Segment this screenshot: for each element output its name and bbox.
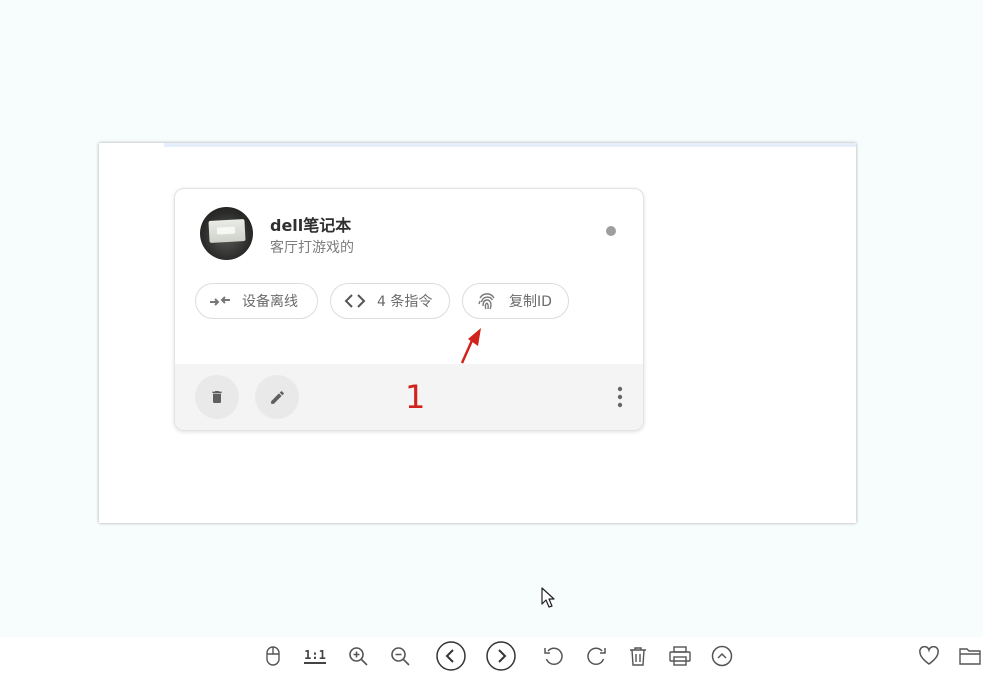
swap-arrows-icon — [208, 289, 232, 313]
mouse-cursor-icon — [541, 587, 555, 608]
laptop-photo — [208, 219, 246, 243]
actual-size-label: 1:1 — [304, 647, 326, 664]
code-icon — [343, 289, 367, 313]
next-icon[interactable] — [486, 641, 516, 671]
status-indicator — [606, 226, 616, 236]
card-footer: 1 — [175, 364, 643, 430]
image-viewer: dell笔记本 客厅打游戏的 设备离线 4 条指令 复制ID 1 1:1 — [0, 0, 983, 675]
annotation-arrow — [460, 328, 481, 364]
rotate-left-icon[interactable] — [541, 643, 567, 669]
previous-icon[interactable] — [436, 641, 466, 671]
more-vertical-icon — [617, 386, 623, 408]
actual-size-button[interactable]: 1:1 — [302, 643, 328, 669]
viewer-toolbar: 1:1 — [0, 637, 983, 675]
device-offline-chip[interactable]: 设备离线 — [195, 283, 318, 319]
copy-id-label: 复制ID — [509, 294, 552, 310]
screenshot-image: dell笔记本 客厅打游戏的 设备离线 4 条指令 复制ID 1 — [99, 143, 856, 523]
zoom-in-icon[interactable] — [345, 643, 371, 669]
fingerprint-icon — [475, 289, 499, 313]
collapse-icon[interactable] — [709, 643, 735, 669]
delete-device-button[interactable] — [195, 375, 239, 419]
mouse-icon[interactable] — [260, 643, 286, 669]
top-accent-bar — [164, 143, 856, 147]
pencil-icon — [270, 390, 284, 404]
commands-label: 4 条指令 — [377, 294, 433, 310]
device-description: 客厅打游戏的 — [270, 240, 354, 256]
rotate-right-icon[interactable] — [583, 643, 609, 669]
commands-chip[interactable]: 4 条指令 — [330, 283, 450, 319]
device-avatar — [200, 207, 253, 260]
edit-device-button[interactable] — [255, 375, 299, 419]
device-name: dell笔记本 — [270, 216, 352, 235]
offline-label: 设备离线 — [242, 294, 298, 310]
zoom-out-icon[interactable] — [387, 643, 413, 669]
open-folder-icon[interactable] — [957, 643, 983, 669]
copy-id-chip[interactable]: 复制ID — [462, 283, 569, 319]
more-options-button[interactable] — [605, 382, 635, 412]
print-icon[interactable] — [667, 643, 693, 669]
annotation-number: 1 — [405, 378, 426, 416]
device-card: dell笔记本 客厅打游戏的 设备离线 4 条指令 复制ID 1 — [174, 188, 644, 431]
delete-icon[interactable] — [625, 643, 651, 669]
favorite-icon[interactable] — [916, 643, 942, 669]
trash-icon — [212, 391, 222, 403]
